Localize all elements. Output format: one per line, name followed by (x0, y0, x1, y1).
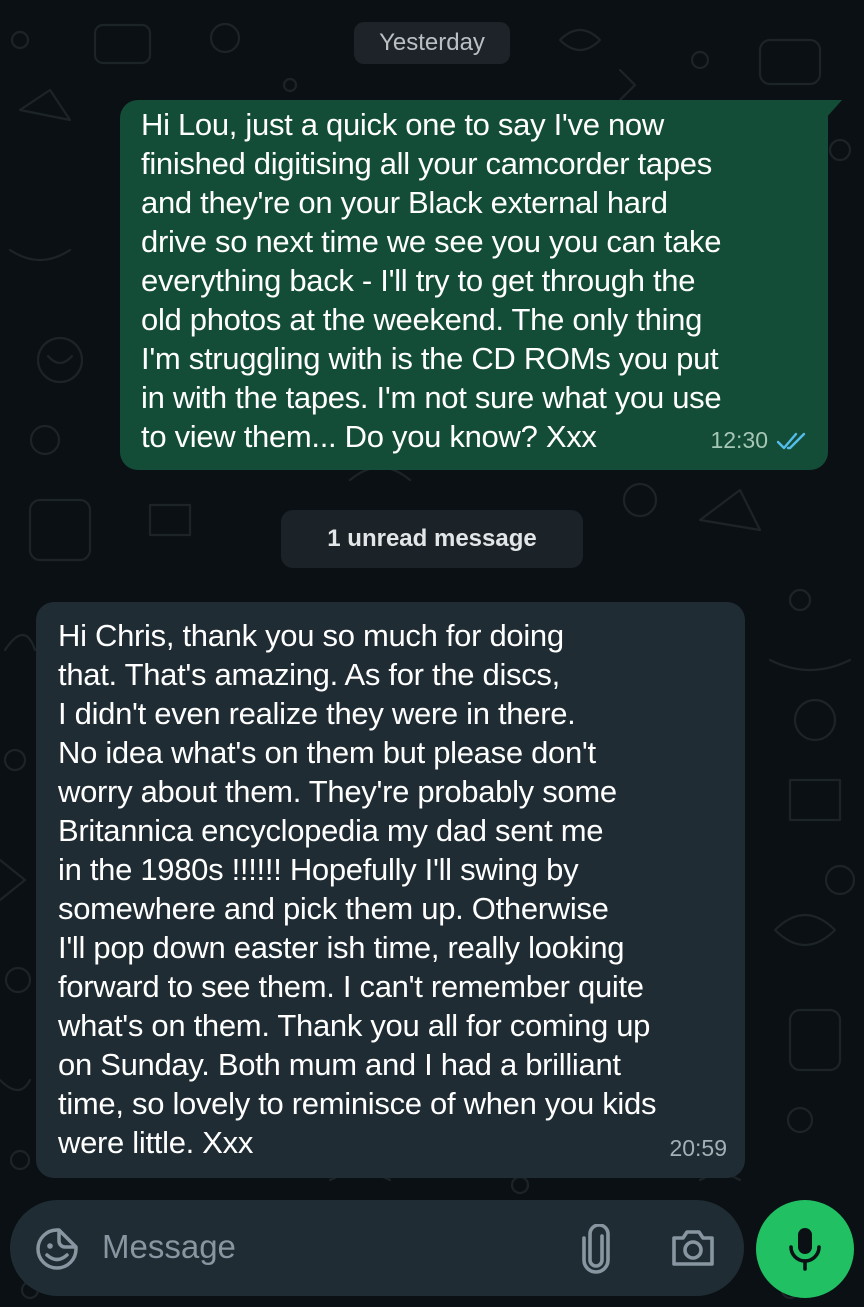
message-time: 12:30 (710, 427, 768, 453)
camera-icon[interactable] (670, 1226, 716, 1270)
incoming-message-bubble[interactable]: Hi Chris, thank you so much for doing th… (36, 602, 745, 1178)
message-meta: 20:59 (669, 1129, 727, 1168)
unread-notice-label: 1 unread message (327, 525, 537, 552)
message-text: Hi Lou, just a quick one to say I've now… (141, 107, 722, 454)
date-separator-label: Yesterday (379, 29, 485, 56)
double-check-read-icon (776, 432, 806, 449)
bubble-tail (826, 100, 842, 118)
message-input[interactable]: Message (102, 1228, 236, 1266)
voice-message-button[interactable] (756, 1200, 854, 1298)
date-separator: Yesterday (354, 22, 510, 64)
message-time: 20:59 (669, 1135, 727, 1161)
mic-icon (789, 1228, 821, 1271)
unread-messages-notice: 1 unread message (281, 510, 583, 568)
message-text: Hi Chris, thank you so much for doing th… (58, 618, 657, 1160)
attach-icon[interactable] (578, 1224, 614, 1274)
sticker-icon[interactable] (34, 1226, 80, 1272)
outgoing-message-bubble[interactable]: Hi Lou, just a quick one to say I've now… (120, 100, 842, 470)
message-composer: Message (10, 1200, 744, 1296)
message-meta: 12:30 (710, 421, 810, 460)
